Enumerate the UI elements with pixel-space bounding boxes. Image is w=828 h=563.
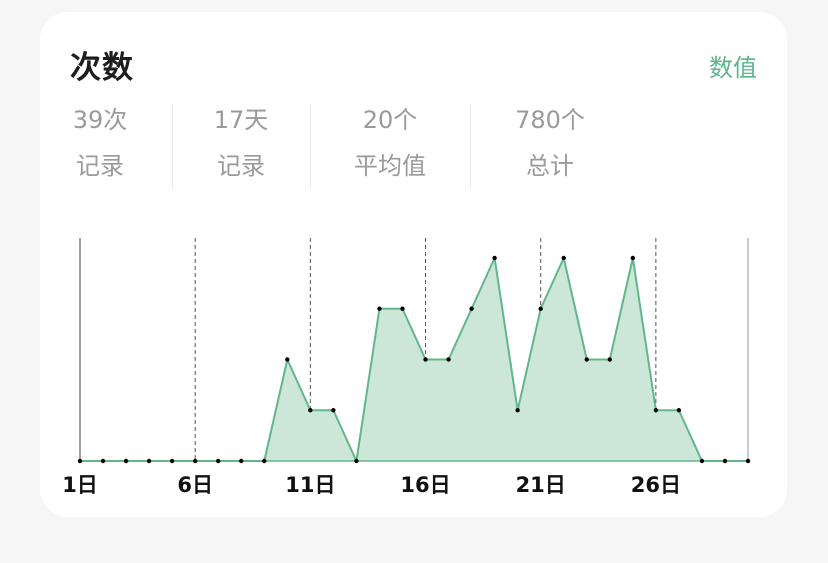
data-point <box>100 458 106 464</box>
data-point <box>377 306 382 311</box>
data-point <box>192 458 198 464</box>
data-point <box>745 458 751 464</box>
data-point <box>77 458 83 464</box>
data-point <box>561 255 566 261</box>
data-point <box>146 458 152 464</box>
x-tick-label: 1日 <box>62 473 98 497</box>
data-point <box>584 357 589 362</box>
data-point <box>285 357 290 362</box>
x-tick-label: 11日 <box>285 473 335 497</box>
data-point <box>400 306 405 311</box>
data-point <box>492 255 497 261</box>
x-tick-label: 26日 <box>631 473 681 497</box>
data-point <box>630 255 636 261</box>
data-point <box>538 306 543 311</box>
data-point <box>169 458 175 464</box>
x-tick-label: 16日 <box>400 473 450 497</box>
data-point <box>469 306 474 311</box>
data-point <box>123 458 129 464</box>
data-point <box>699 458 705 464</box>
data-point <box>308 408 313 413</box>
x-tick-label: 21日 <box>516 473 566 497</box>
data-point <box>607 357 612 362</box>
data-point <box>515 408 520 413</box>
data-point <box>262 458 267 464</box>
data-point <box>354 458 359 464</box>
x-tick-label: 6日 <box>177 473 213 497</box>
data-point <box>446 357 451 362</box>
data-point <box>722 458 728 464</box>
data-point <box>423 357 428 362</box>
data-point <box>653 408 659 413</box>
daily-count-chart: 1日 6日 11日 16日 21日 26日 <box>62 238 751 497</box>
data-point <box>331 408 336 413</box>
data-point <box>239 458 244 464</box>
data-point <box>216 458 221 464</box>
data-point <box>676 408 682 413</box>
